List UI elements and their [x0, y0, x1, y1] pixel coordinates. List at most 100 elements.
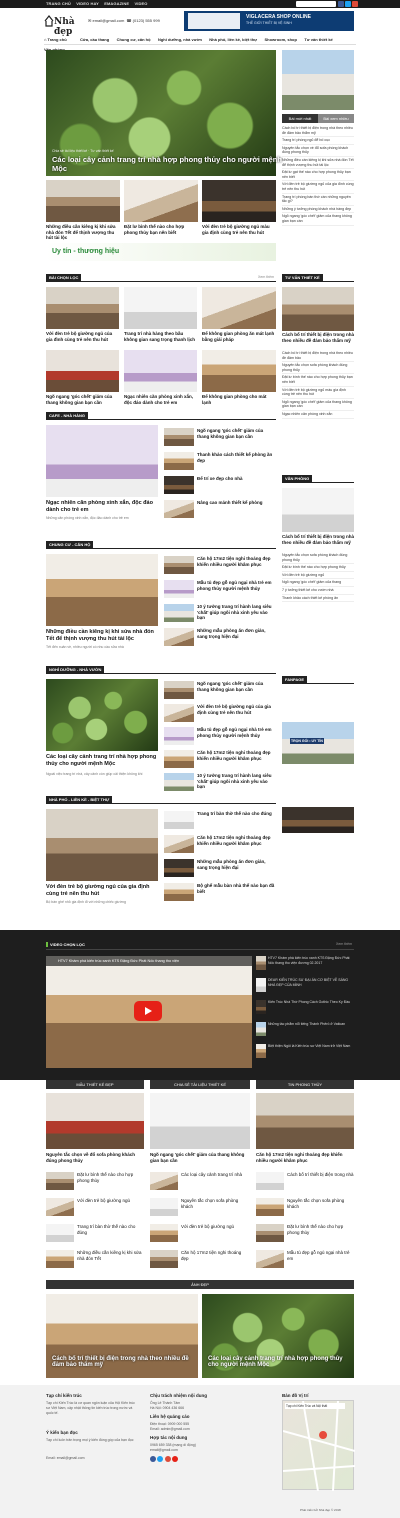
small-image[interactable] [164, 556, 194, 574]
article-title[interactable]: Thanh khảo cách thiết kế phòng ăn đẹp [197, 452, 276, 463]
list-item[interactable]: Ngõ ngang 'góc chết' giảm của thang [282, 579, 354, 587]
gallery-image[interactable]: Cách bố trí thiết bị điện trong nhà theo… [46, 1294, 198, 1378]
thumb-title[interactable]: Đặt lư bình thế nào cho hợp phong thủy b… [124, 224, 198, 235]
nav-item[interactable]: Chung cư, căn hộ [117, 35, 151, 45]
nav-item[interactable]: Nhà phố, liền kề, biệt thự [209, 35, 257, 45]
article-title[interactable]: Ngõ ngang 'góc chết' giảm của thang khôn… [46, 394, 119, 405]
facebook-icon[interactable] [150, 1456, 156, 1462]
small-image[interactable] [164, 500, 194, 518]
more-link[interactable]: Xem thêm [258, 275, 274, 279]
google-icon[interactable] [352, 1, 358, 7]
article-title[interactable]: Với đèn trẻ bộ giường ngủ [181, 1224, 250, 1230]
article-image[interactable] [282, 488, 354, 532]
article-image[interactable] [282, 287, 354, 331]
nav-item[interactable]: Tư vấn thiết kế [304, 35, 332, 45]
article-title[interactable]: Căn hộ 17m2 tiện nghi thoáng đẹp khiến n… [197, 556, 276, 567]
article-image[interactable] [124, 287, 197, 329]
article-image[interactable] [46, 350, 119, 392]
small-image[interactable] [164, 773, 194, 791]
article-image[interactable] [46, 679, 158, 751]
small-image[interactable] [150, 1172, 178, 1190]
video-player[interactable]: HTV7 Khám phá kiến trúc xanh KTS Đặng Đứ… [46, 956, 252, 1068]
article-title[interactable]: Ngõ ngang 'góc chết' giảm của thang khôn… [197, 428, 276, 439]
twitter-icon[interactable] [157, 1456, 164, 1462]
small-image[interactable] [256, 1250, 284, 1268]
video-item[interactable]: Biệt thiện Ngôi là Kiến trúc sư Việt Nam… [268, 1044, 354, 1049]
small-image[interactable] [164, 704, 194, 722]
small-image[interactable] [256, 1172, 284, 1190]
video-item[interactable]: DEAR KIẾN TRÚC SƯ ĐẠI ÁN CƠ BIỆT VỀ SÁNG… [268, 978, 354, 987]
article-title[interactable]: Những điều cần kiêng kị khi sửa nhà đón … [46, 629, 158, 642]
list-item[interactable]: Đặt lư bình thế nào cho hợp phong thủy b… [282, 374, 354, 387]
small-image[interactable] [150, 1250, 178, 1268]
video-thumb[interactable] [256, 1022, 266, 1036]
small-image[interactable] [256, 1198, 284, 1216]
header-email[interactable]: email@gmail.com [92, 18, 124, 23]
article-image[interactable] [202, 350, 276, 392]
list-item[interactable]: Thanh khảo cách thiết kế phòng ăn [282, 595, 354, 603]
article-title[interactable]: Ngõ ngang 'góc chết' giảm của thang khôn… [197, 681, 276, 692]
thumb-image[interactable] [124, 180, 198, 222]
fanpage-image[interactable]: TRỌN GÓI • UY TÍN [282, 722, 354, 764]
list-item[interactable]: Ngõ ngang 'góc chết' giảm của thang khôn… [282, 399, 354, 411]
play-button[interactable] [134, 1001, 162, 1021]
nav-item[interactable]: Nghỉ dưỡng, nhà vườn [158, 35, 202, 45]
article-image[interactable] [256, 1093, 354, 1149]
small-image[interactable] [164, 604, 194, 622]
small-image[interactable] [164, 835, 194, 853]
article-title[interactable]: Căn hộ 17m2 tiện nghi thoáng đẹp khiến n… [256, 1152, 354, 1163]
thumb-image[interactable] [46, 180, 120, 222]
article-title[interactable]: Mẫu tủ đẹp gỗ ngủ ngại nhà trẻ em phong … [197, 580, 276, 591]
small-image[interactable] [164, 628, 194, 646]
list-item[interactable]: Trang trí phòng bàn thờ cần những nguyên… [282, 194, 354, 206]
article-title[interactable]: Với đèn trẻ bộ giường ngủ của gia định c… [197, 704, 276, 715]
thumb-image[interactable] [202, 180, 276, 222]
article-title[interactable]: Ngõ ngang 'góc chết' giảm của thang khôn… [150, 1152, 250, 1163]
video-thumb[interactable] [256, 1000, 266, 1014]
article-title[interactable]: Cách bố trí thiết bị điện trong nhà theo… [282, 534, 354, 545]
top-link-video2[interactable]: VIDEO [135, 0, 148, 8]
small-image[interactable] [164, 727, 194, 745]
list-item[interactable]: Đặt lư gạt thế nào cho hợp phong thủy bạ… [282, 169, 354, 182]
article-title[interactable]: Trang trí nhà hàng theo bầu không gian s… [124, 331, 197, 342]
article-image[interactable] [124, 350, 197, 392]
article-title[interactable]: Nâng cao mảnh thiết kế phòng [197, 500, 276, 506]
thumb-title[interactable]: Những điều cần kiêng kị khi sửa nhà đón … [46, 224, 120, 241]
list-item[interactable]: Nguyên tắc chọn sofa phòng khách đúng ph… [282, 362, 354, 375]
article-image[interactable] [150, 1093, 250, 1149]
small-image[interactable] [46, 1224, 74, 1242]
youtube-icon[interactable] [172, 1456, 179, 1462]
small-image[interactable] [46, 1172, 74, 1190]
article-title[interactable]: Cách bố trí thiết bị điện trong nhà [287, 1172, 354, 1178]
article-title[interactable]: Các loại cây cảnh trang trí nhà [181, 1172, 250, 1178]
small-image[interactable] [150, 1224, 178, 1242]
list-item[interactable]: Nguyên tắc chọn sofa phòng khách đúng ph… [282, 552, 354, 565]
small-image[interactable] [164, 681, 194, 699]
nav-item[interactable]: Showroom, shop [264, 35, 296, 45]
article-title[interactable]: Những điều cần kiêng kị khi sửa nhà đón … [77, 1250, 144, 1261]
article-title[interactable]: Để không gian phòng ăn mát lạnh bằng giả… [202, 331, 276, 342]
article-title[interactable]: Đặt lư bình thế nào cho hợp phong thủy [287, 1224, 354, 1235]
nav-item[interactable]: Cửa, cầu thang [80, 35, 109, 45]
location-map[interactable]: Tạp chí Kiến Trúc và Nội thất [282, 1400, 356, 1492]
list-item[interactable]: Những ý tưởng phòng khách nhà hàng đẹp [282, 206, 354, 214]
fanpage-image[interactable] [282, 807, 354, 833]
article-title[interactable]: Những mẫu phòng ăn đơn giản, sang trọng … [197, 628, 276, 639]
article-title[interactable]: Với đèn trẻ bộ giường ngủ của gia định c… [46, 884, 158, 897]
list-item[interactable]: Nguyên tắc chọn về đổ sofa phòng khách đ… [282, 145, 354, 157]
article-title[interactable]: 10 ý tưởng trang trí hành lang siêu 'chấ… [197, 773, 276, 790]
video-thumb[interactable] [256, 978, 266, 992]
small-image[interactable] [46, 1250, 74, 1268]
hero-title[interactable]: Các loại cây cảnh trang trí nhà hợp phon… [52, 155, 282, 173]
small-image[interactable] [46, 1198, 74, 1216]
article-title[interactable]: Để trí xe đẹp cho nhà [197, 476, 276, 482]
list-item[interactable]: Với đèn trẻ bộ giường ngủ của gia đình c… [282, 181, 354, 194]
list-item[interactable]: Đặt lư bình thế nào cho hợp phong thủy [282, 564, 354, 572]
article-title[interactable]: Nguyên tắc chọn sofa phòng khách [181, 1198, 250, 1209]
article-title[interactable]: Để không gian phòng cho mát lạnh [202, 394, 276, 405]
top-link-emagazine[interactable]: EMAGAZINE [104, 0, 129, 8]
article-title[interactable]: Căn hộ 17m2 tiện nghi thoáng đẹp [181, 1250, 250, 1261]
list-item[interactable]: Cách bố trí thiết bị điện trong nhà theo… [282, 350, 354, 363]
more-link[interactable]: Xem thêm [336, 942, 352, 946]
list-item[interactable]: Những điều cần kiêng kị khi sửa nhà đón … [282, 157, 354, 170]
